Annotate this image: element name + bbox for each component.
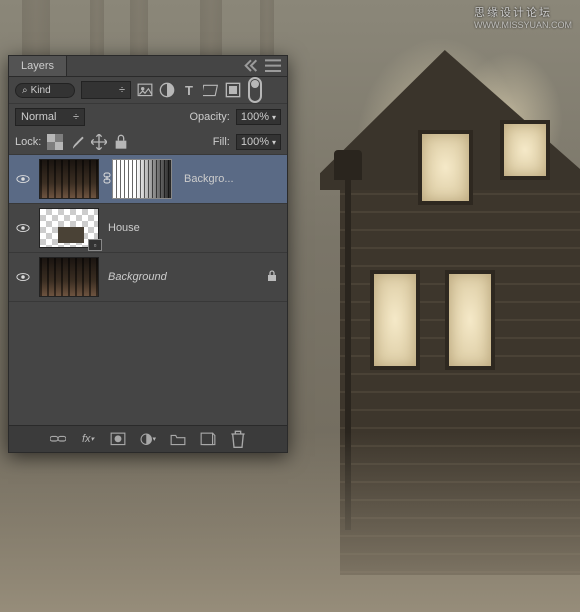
fill-value: 100% <box>241 136 269 148</box>
adjustment-layer-icon[interactable]: ▾ <box>140 432 156 446</box>
fill-label: Fill: <box>213 136 230 148</box>
panel-header: Layers <box>9 56 287 77</box>
opacity-label: Opacity: <box>189 111 229 123</box>
layer-row[interactable]: Backgro... <box>9 155 287 204</box>
panel-menu-icon[interactable] <box>265 59 281 73</box>
collapse-icon[interactable] <box>243 59 259 73</box>
add-mask-icon[interactable] <box>110 432 126 446</box>
lock-all-icon[interactable] <box>113 135 129 149</box>
layer-name[interactable]: Backgro... <box>178 173 234 185</box>
filter-shape-icon[interactable] <box>203 83 219 97</box>
visibility-toggle[interactable] <box>13 174 33 184</box>
watermark-text: 思缘设计论坛 <box>474 7 552 19</box>
delete-layer-icon[interactable] <box>230 432 246 446</box>
filter-smart-icon[interactable] <box>225 83 241 97</box>
layer-search[interactable]: ⌕ Kind <box>15 83 75 98</box>
layer-mask-thumbnail[interactable] <box>112 159 172 199</box>
search-icon: ⌕ <box>22 85 28 96</box>
filter-kind-select[interactable]: ÷ <box>81 81 131 99</box>
dropdown-icon: ▾ <box>272 138 276 147</box>
opacity-value: 100% <box>241 111 269 123</box>
dropdown-icon: ▾ <box>272 113 276 122</box>
smart-object-icon: ▫ <box>88 239 102 251</box>
layer-thumbnail[interactable] <box>39 159 99 199</box>
layer-name[interactable]: House <box>102 222 140 234</box>
lock-position-icon[interactable] <box>91 135 107 149</box>
dropdown-icon: ÷ <box>119 84 125 96</box>
dropdown-icon: ÷ <box>73 111 79 123</box>
lock-transparency-icon[interactable] <box>47 135 63 149</box>
panel-footer: fx▾ ▾ <box>9 425 287 452</box>
layers-panel: Layers ⌕ Kind ÷ T Normal ÷ <box>8 55 288 453</box>
fill-input[interactable]: 100% ▾ <box>236 134 281 150</box>
watermark: 思缘设计论坛 WWW.MISSYUAN.COM <box>474 4 572 30</box>
filter-toggle-icon[interactable] <box>247 83 263 97</box>
layer-thumbnail[interactable] <box>39 257 99 297</box>
filter-pixel-icon[interactable] <box>137 83 153 97</box>
filter-row: ⌕ Kind ÷ T <box>9 77 287 104</box>
layers-list: Backgro... ▫ House Background <box>9 155 287 425</box>
visibility-toggle[interactable] <box>13 272 33 282</box>
blend-mode-select[interactable]: Normal ÷ <box>15 108 85 126</box>
filter-kind-label: Kind <box>31 85 51 96</box>
blend-row: Normal ÷ Opacity: 100% ▾ <box>9 104 287 130</box>
lock-paint-icon[interactable] <box>69 135 85 149</box>
filter-type-icon[interactable]: T <box>181 83 197 97</box>
link-layers-icon[interactable] <box>50 432 66 446</box>
blend-mode-value: Normal <box>21 111 56 123</box>
layer-name[interactable]: Background <box>102 271 167 283</box>
mask-link-icon[interactable] <box>102 172 112 187</box>
lock-icon <box>267 270 277 285</box>
group-icon[interactable] <box>170 432 186 446</box>
opacity-input[interactable]: 100% ▾ <box>236 109 281 125</box>
layers-tab[interactable]: Layers <box>9 56 67 76</box>
layer-row[interactable]: ▫ House <box>9 204 287 253</box>
lock-row: Lock: Fill: 100% ▾ <box>9 130 287 155</box>
bg-fog <box>0 432 580 612</box>
fx-icon[interactable]: fx▾ <box>80 432 96 446</box>
watermark-url: WWW.MISSYUAN.COM <box>474 20 572 30</box>
filter-adjust-icon[interactable] <box>159 83 175 97</box>
new-layer-icon[interactable] <box>200 432 216 446</box>
lock-label: Lock: <box>15 136 41 148</box>
layer-row[interactable]: Background <box>9 253 287 302</box>
visibility-toggle[interactable] <box>13 223 33 233</box>
